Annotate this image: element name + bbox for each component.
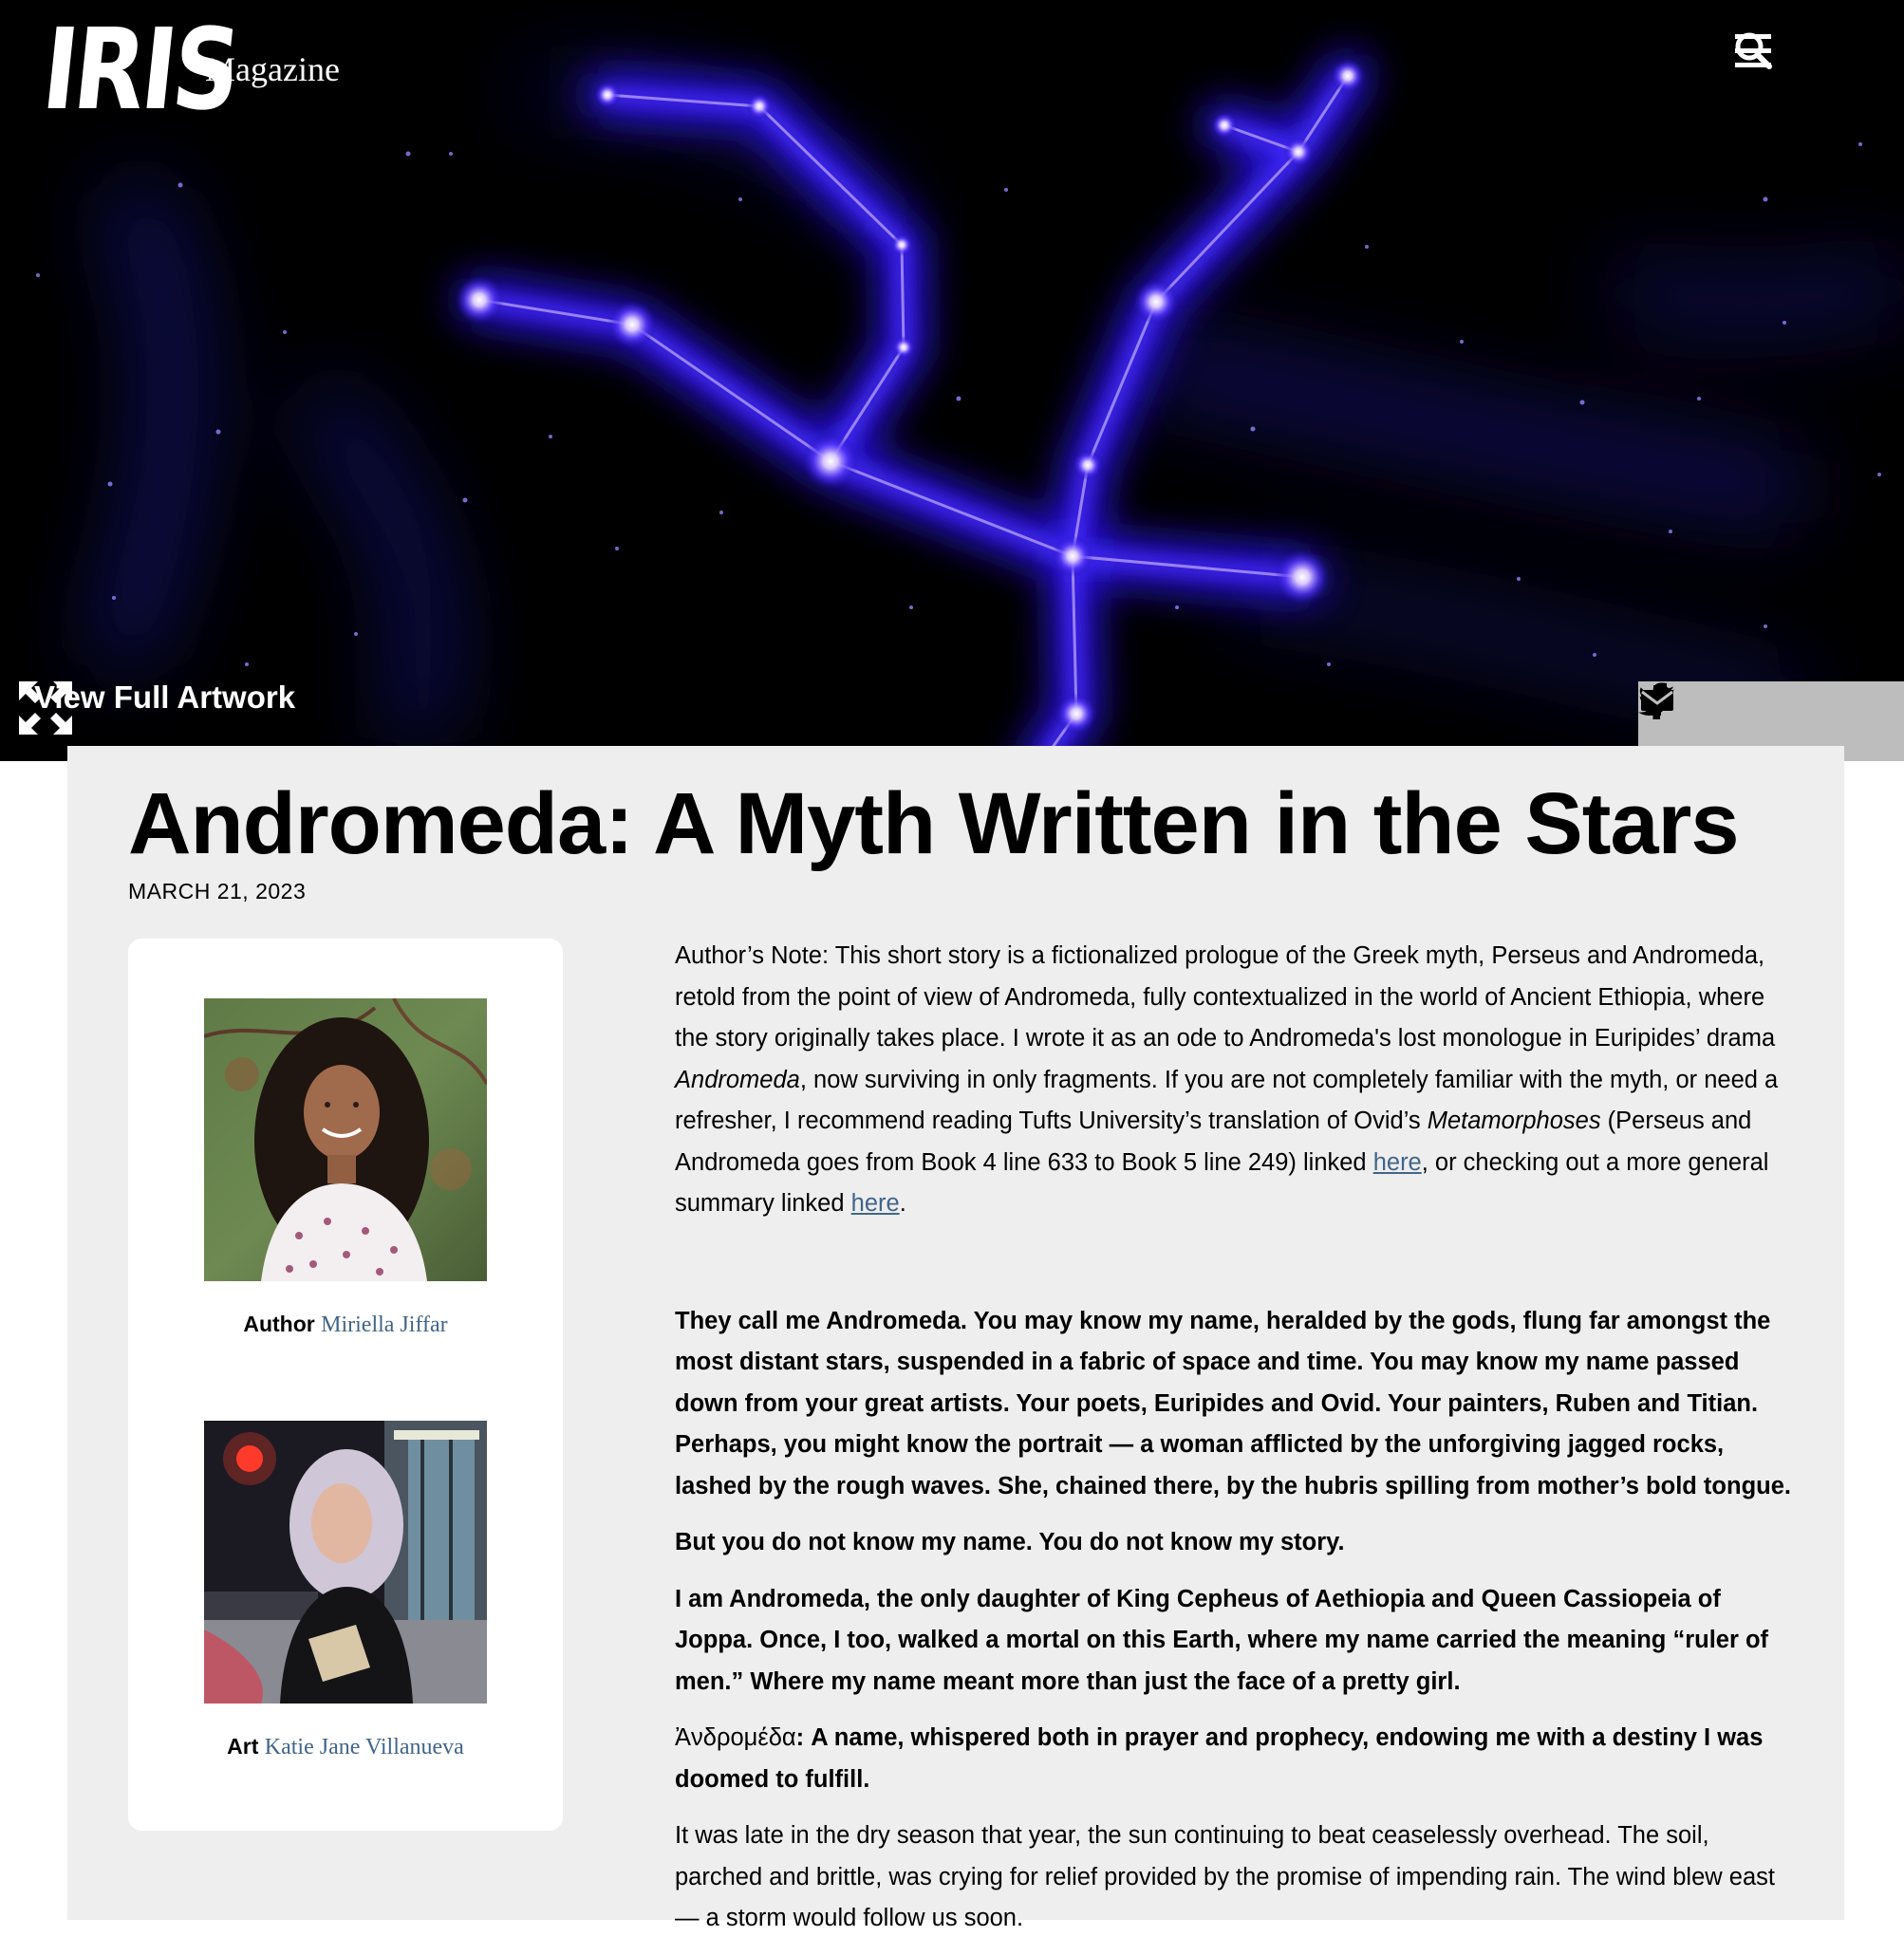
art-role-label: Art bbox=[227, 1734, 259, 1759]
author-name-link[interactable]: Miriella Jiffar bbox=[321, 1313, 448, 1337]
story-paragraph: I am Andromeda, the only daughter of Kin… bbox=[675, 1585, 1769, 1695]
story-paragraph: But you do not know my name. You do not … bbox=[675, 1529, 1345, 1555]
story-paragraph: Ἀνδρομέδα: A name, whispered both in pra… bbox=[675, 1718, 1795, 1800]
author-role-label: Author bbox=[243, 1312, 315, 1336]
article-title: Andromeda: A Myth Written in the Stars bbox=[128, 775, 1739, 872]
artist-name-link[interactable]: Katie Jane Villanueva bbox=[265, 1735, 464, 1760]
story-paragraph: It was late in the dry season that year,… bbox=[675, 1822, 1775, 1931]
story-text: : A name, whispered both in prayer and p… bbox=[675, 1724, 1764, 1793]
note-italic-title: Metamorphoses bbox=[1427, 1108, 1601, 1134]
note-text: . bbox=[899, 1190, 906, 1217]
hero-artwork: IRIS Magazine View Full Artwork bbox=[0, 0, 1904, 761]
note-italic-title: Andromeda bbox=[675, 1066, 800, 1093]
email-icon[interactable] bbox=[1638, 681, 1676, 719]
view-full-artwork-button[interactable]: View Full Artwork bbox=[17, 680, 295, 735]
story-paragraph: They call me Andromeda. You may know my … bbox=[675, 1307, 1792, 1499]
authors-note: Author’s Note: This short story is a fic… bbox=[675, 936, 1795, 1225]
iris-logo: IRIS bbox=[36, 4, 244, 135]
author-photo bbox=[204, 998, 487, 1281]
author-credit-line: Author Miriella Jiffar bbox=[204, 1312, 487, 1338]
brand-logo-link[interactable]: IRIS Magazine bbox=[37, 4, 340, 135]
note-text: Author’s Note: This short story is a fic… bbox=[675, 942, 1776, 1052]
article-panel: Andromeda: A Myth Written in the Stars M… bbox=[67, 746, 1844, 1931]
author-credit: Author Miriella Jiffar bbox=[204, 998, 487, 1338]
art-credit: Art Katie Jane Villanueva bbox=[204, 1421, 487, 1760]
greek-name: Ἀνδρομέδα bbox=[675, 1724, 796, 1751]
expand-icon bbox=[19, 681, 72, 735]
credits-card: Author Miriella Jiffar Art Katie Jane Vi… bbox=[128, 939, 563, 1831]
art-credit-line: Art Katie Jane Villanueva bbox=[204, 1734, 487, 1760]
summary-link[interactable]: here bbox=[851, 1190, 900, 1217]
search-icon[interactable] bbox=[1733, 30, 1775, 72]
ovid-translation-link[interactable]: here bbox=[1373, 1149, 1422, 1176]
article-date: MARCH 21, 2023 bbox=[128, 879, 307, 903]
artist-photo bbox=[204, 1421, 487, 1704]
article-body: Author’s Note: This short story is a fic… bbox=[675, 936, 1795, 1955]
